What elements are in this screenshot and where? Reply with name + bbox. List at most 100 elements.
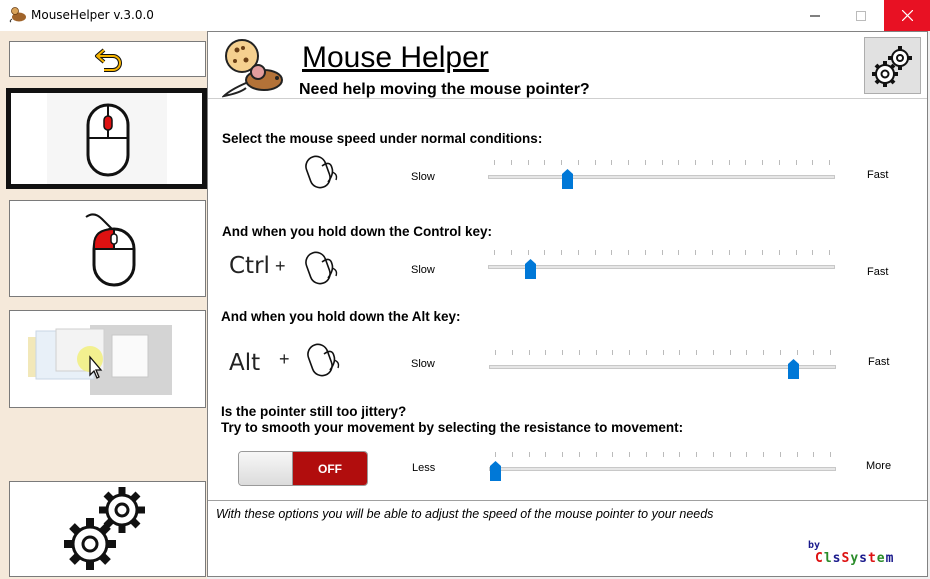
smoothing-toggle[interactable]: OFF [238, 451, 368, 486]
slider-tick [779, 350, 781, 355]
slider-tick [562, 350, 563, 355]
alt-min-label: Slow [411, 358, 435, 370]
hand-mouse-icon [305, 251, 338, 285]
sidebar-item-smoothing[interactable] [9, 310, 206, 408]
slider-tick [728, 250, 730, 255]
ctrl-min-label: Slow [411, 264, 435, 276]
smoothing-slider[interactable] [489, 452, 836, 482]
settings-gears-icon [64, 487, 145, 570]
slider-tick [696, 452, 697, 457]
ctrl-speed-slider[interactable] [488, 250, 835, 280]
slider-tick [812, 250, 814, 255]
slider-tick [813, 350, 815, 355]
ctrl-plus: + [275, 256, 286, 276]
status-footer: With these options you will be able to a… [208, 500, 927, 576]
smooth-instruction-label: Try to smooth your movement by selecting… [221, 420, 684, 435]
minimize-button[interactable] [792, 0, 838, 31]
smooth-max-label: More [866, 460, 892, 472]
slider-tick [495, 452, 496, 457]
header: Mouse Helper Need help moving the mouse … [208, 32, 927, 99]
slider-tick [612, 452, 614, 457]
smooth-min-label: Less [412, 462, 436, 474]
slider-tick [595, 452, 597, 457]
smoothing-icon [28, 325, 172, 395]
mouse-click-icon [85, 213, 136, 287]
brand-letter: s [859, 551, 868, 566]
alt-speed-slider[interactable] [489, 350, 836, 380]
slider-thumb[interactable] [489, 461, 501, 481]
brand-letter: e [876, 551, 886, 566]
close-button[interactable] [884, 0, 930, 31]
slider-tick [661, 250, 663, 255]
maximize-button[interactable] [838, 0, 884, 31]
mouse-speed-icon [86, 103, 130, 177]
slider-tick [745, 160, 747, 165]
slider-tick [527, 160, 529, 165]
slider-tick [830, 350, 831, 355]
slider-thumb[interactable] [525, 259, 537, 279]
brand-letter: l [823, 551, 833, 566]
slider-tick [545, 350, 547, 355]
title-bar: MouseHelper v.3.0.0 [0, 0, 930, 31]
slider-tick [528, 350, 530, 355]
slider-tick [763, 452, 764, 457]
page-subtitle: Need help moving the mouse pointer? [299, 81, 590, 98]
slider-tick [830, 452, 831, 457]
slider-tick [577, 160, 579, 165]
slider-tick [712, 452, 714, 457]
settings-button[interactable] [864, 37, 921, 94]
sidebar-item-mouse-click[interactable] [9, 200, 206, 297]
slider-tick [695, 250, 696, 255]
minimize-icon [810, 15, 820, 16]
slider-tick [510, 160, 512, 165]
mouse-cookie-logo [222, 39, 283, 98]
slider-track [488, 175, 835, 179]
slider-tick [746, 350, 748, 355]
slider-tick [762, 160, 763, 165]
toggle-knob [239, 452, 293, 485]
slider-tick [746, 452, 748, 457]
brand-letter: y [850, 551, 860, 566]
slider-tick [661, 160, 663, 165]
slider-tick [628, 250, 629, 255]
slider-tick [494, 160, 495, 165]
window-title: MouseHelper v.3.0.0 [31, 8, 154, 22]
slider-tick [795, 250, 797, 255]
slider-tick [678, 250, 680, 255]
slider-tick [545, 452, 547, 457]
smooth-question-label: Is the pointer still too jittery? [221, 404, 407, 419]
slider-tick [796, 452, 798, 457]
back-arrow-icon [95, 48, 122, 72]
back-button[interactable] [9, 41, 206, 77]
slider-tick [778, 250, 780, 255]
slider-tick [611, 250, 613, 255]
slider-tick [711, 250, 713, 255]
help-text: With these options you will be able to a… [216, 507, 714, 521]
slider-tick [595, 350, 597, 355]
slider-tick [562, 452, 563, 457]
slider-tick [494, 250, 495, 255]
page-title: Mouse Helper [302, 41, 489, 74]
slider-tick [578, 350, 580, 355]
sidebar-item-mouse-speed[interactable] [6, 88, 207, 189]
toggle-state: OFF [293, 452, 367, 485]
slider-tick [763, 350, 764, 355]
slider-tick [696, 350, 697, 355]
slider-tick [728, 160, 730, 165]
slider-tick [779, 452, 781, 457]
slider-track [489, 467, 836, 471]
slider-tick [796, 350, 798, 355]
ctrl-key-text: Ctrl [229, 253, 270, 279]
slider-tick [544, 160, 546, 165]
slider-tick [762, 250, 763, 255]
slider-tick [645, 452, 647, 457]
slider-tick [829, 160, 830, 165]
slider-tick [662, 350, 664, 355]
slider-thumb[interactable] [787, 359, 799, 379]
by-label: by [808, 540, 821, 551]
normal-speed-slider[interactable] [488, 160, 835, 190]
sidebar-item-settings[interactable] [9, 481, 206, 577]
slider-thumb[interactable] [562, 169, 574, 189]
normal-min-label: Slow [411, 171, 435, 183]
slider-tick [578, 452, 580, 457]
